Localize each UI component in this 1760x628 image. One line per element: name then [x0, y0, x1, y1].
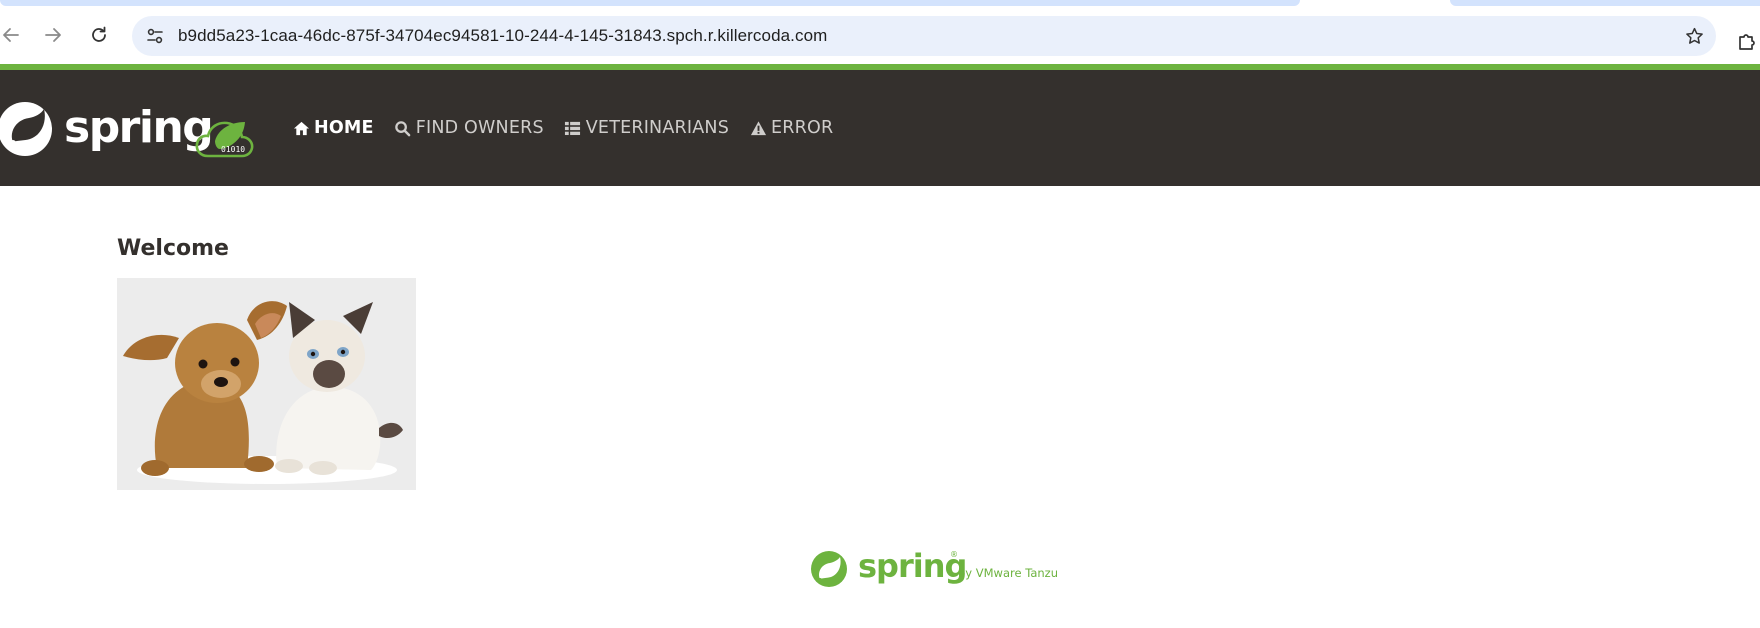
home-icon — [292, 119, 310, 137]
address-bar[interactable]: b9dd5a23-1caa-46dc-875f-34704ec94581-10-… — [132, 16, 1716, 56]
site-info-button[interactable] — [142, 23, 168, 49]
nav-find-owners-label: FIND OWNERS — [415, 118, 544, 138]
spring-leaf-icon — [811, 551, 847, 587]
footer-logo: spring ® by VMware Tanzu — [810, 548, 1062, 592]
brand-word: spring — [64, 102, 212, 153]
brand-logo[interactable]: spring 01010 — [0, 96, 285, 162]
reload-icon — [92, 26, 106, 42]
back-arrow-icon — [3, 28, 19, 42]
pets-image — [117, 278, 416, 490]
nav-veterinarians-label: VETERINARIANS — [585, 118, 730, 138]
spring-logo-icon: spring 01010 — [0, 102, 254, 158]
nav-home[interactable]: HOME — [292, 108, 374, 148]
registered-mark: ® — [950, 550, 958, 559]
search-icon — [394, 119, 412, 137]
nav-error[interactable]: ERROR — [749, 108, 833, 148]
extensions-button[interactable] — [1736, 30, 1760, 54]
nav-veterinarians[interactable]: VETERINARIANS — [564, 108, 729, 148]
browser-tab[interactable] — [1450, 0, 1760, 6]
warning-icon — [749, 119, 767, 137]
url-text[interactable]: b9dd5a23-1caa-46dc-875f-34704ec94581-10-… — [178, 26, 827, 46]
navbar: spring 01010 HOME FIND OWNERS VETERINARI… — [0, 70, 1760, 186]
back-button[interactable] — [0, 20, 26, 50]
star-icon — [1685, 27, 1703, 44]
extensions-icon — [1739, 34, 1755, 50]
browser-toolbar: b9dd5a23-1caa-46dc-875f-34704ec94581-10-… — [0, 8, 1760, 66]
nav-find-owners[interactable]: FIND OWNERS — [394, 108, 544, 148]
forward-button[interactable] — [38, 20, 68, 50]
nav-error-label: ERROR — [771, 118, 834, 138]
reload-button[interactable] — [84, 20, 114, 50]
main-content: Welcome — [117, 236, 229, 261]
nav-links: HOME FIND OWNERS VETERINARIANS ERROR — [292, 70, 853, 186]
tab-strip — [0, 0, 1760, 8]
nav-home-label: HOME — [314, 118, 374, 138]
site-settings-icon — [147, 28, 163, 44]
list-icon — [564, 119, 582, 137]
browser-tab[interactable] — [0, 0, 1300, 6]
forward-arrow-icon — [45, 28, 61, 42]
brand-badge: 01010 — [221, 145, 245, 154]
footer-byline: by VMware Tanzu — [958, 566, 1058, 580]
page-title: Welcome — [117, 236, 229, 261]
bookmark-button[interactable] — [1682, 24, 1706, 48]
